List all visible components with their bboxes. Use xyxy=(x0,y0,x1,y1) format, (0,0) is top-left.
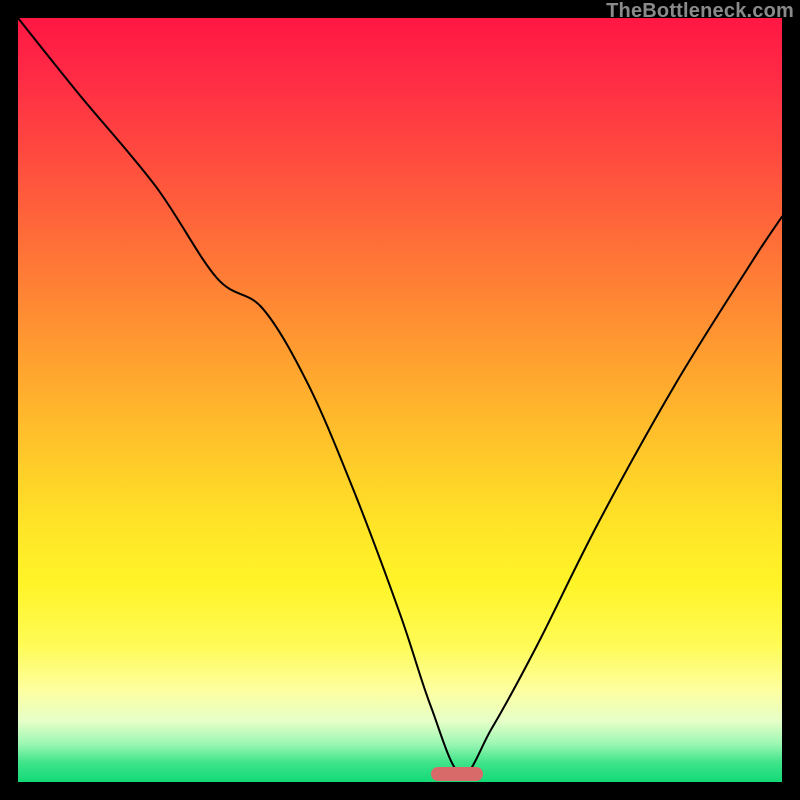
bottleneck-curve xyxy=(18,18,782,782)
chart-frame: TheBottleneck.com xyxy=(0,0,800,800)
plot-area xyxy=(18,18,782,782)
optimal-marker xyxy=(431,767,483,781)
